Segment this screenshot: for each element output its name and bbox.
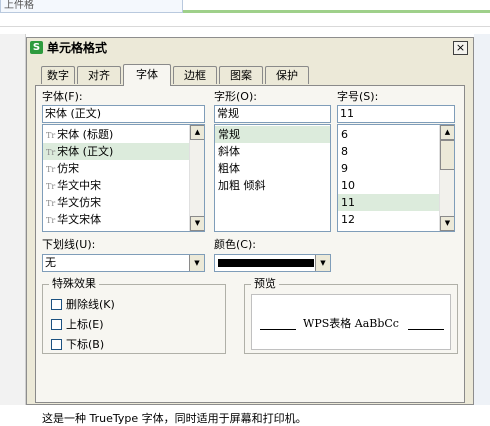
list-item[interactable]: 9 <box>338 160 439 177</box>
truetype-icon: Tr <box>46 165 56 174</box>
scroll-down-button[interactable]: ▼ <box>440 216 454 231</box>
tab-border[interactable]: 边框 <box>173 66 217 84</box>
list-item[interactable]: 10 <box>338 177 439 194</box>
chevron-down-icon[interactable]: ▼ <box>189 255 204 271</box>
color-swatch <box>218 259 314 267</box>
list-item[interactable]: 常规 <box>215 126 330 143</box>
truetype-icon: Tr <box>46 182 56 191</box>
font-list-scrollbar[interactable]: ▲ ▼ <box>189 125 204 231</box>
checkbox-box[interactable] <box>51 299 62 310</box>
color-label: 颜色(C): <box>214 238 256 251</box>
list-item[interactable]: Tr 仿宋 <box>43 160 189 177</box>
list-item[interactable]: 斜体 <box>215 143 330 160</box>
truetype-icon: Tr <box>46 199 56 208</box>
scroll-thumb[interactable] <box>440 140 454 170</box>
font-item-label: 宋体 (正文) <box>57 145 114 158</box>
list-item[interactable]: Tr 华文仿宋 <box>43 194 189 211</box>
scroll-down-button[interactable]: ▼ <box>190 216 204 231</box>
truetype-icon: Tr <box>46 148 56 157</box>
font-hint-text: 这是一种 TrueType 字体，同时适用于屏幕和打印机。 <box>42 412 307 425</box>
font-item-label: 华文仿宋 <box>57 196 102 209</box>
font-style-list[interactable]: 常规 斜体 粗体 加粗 倾斜 <box>214 124 331 232</box>
tab-protection[interactable]: 保护 <box>265 66 309 84</box>
list-item[interactable]: 12 <box>338 211 439 228</box>
dialog-titlebar[interactable]: S 单元格格式 × <box>27 38 473 58</box>
chevron-down-icon[interactable]: ▼ <box>315 255 330 271</box>
underline-value: 无 <box>45 256 56 269</box>
list-item[interactable]: 加粗 倾斜 <box>215 177 330 194</box>
superscript-checkbox[interactable]: 上标(E) <box>51 318 104 332</box>
tab-pattern[interactable]: 图案 <box>219 66 263 84</box>
tab-alignment[interactable]: 对齐 <box>77 66 121 84</box>
formula-bar-highlight <box>183 10 490 13</box>
font-item-label: 华文中宋 <box>57 179 102 192</box>
name-box[interactable]: 上件格 <box>0 0 183 13</box>
format-cells-dialog: S 单元格格式 × 数字 对齐 字体 边框 图案 保护 字体(F): 宋体 (正… <box>26 37 474 425</box>
list-item[interactable]: Tr 宋体 (标题) <box>43 126 189 143</box>
dialog-title: 单元格格式 <box>47 41 108 55</box>
preview-legend: 预览 <box>254 277 276 290</box>
underline-select[interactable]: 无 ▼ <box>42 254 205 272</box>
underline-label: 下划线(U): <box>42 238 96 251</box>
scroll-up-button[interactable]: ▲ <box>190 125 204 140</box>
list-item[interactable]: Tr 华文中宋 <box>43 177 189 194</box>
font-item-label: 华文宋体 <box>57 213 102 226</box>
size-list-scrollbar[interactable]: ▲ ▼ <box>439 125 454 231</box>
style-label: 字形(O): <box>214 90 257 103</box>
font-label: 字体(F): <box>42 90 83 103</box>
font-item-label: 仿宋 <box>57 162 80 175</box>
effects-legend: 特殊效果 <box>52 277 96 290</box>
tab-font[interactable]: 字体 <box>123 64 171 86</box>
list-item[interactable]: 6 <box>338 126 439 143</box>
close-button[interactable]: × <box>453 41 468 55</box>
sheet-background-right <box>474 34 490 405</box>
checkbox-box[interactable] <box>51 339 62 350</box>
list-item[interactable]: Tr 华文宋体 <box>43 211 189 228</box>
effects-group: 特殊效果 删除线(K) 上标(E) 下标(B) <box>42 278 226 354</box>
font-item-label: 宋体 (标题) <box>57 128 114 141</box>
strikethrough-checkbox[interactable]: 删除线(K) <box>51 298 115 312</box>
size-label: 字号(S): <box>337 90 379 103</box>
list-item[interactable]: 11 <box>338 194 439 211</box>
row-header-strip <box>0 34 26 405</box>
color-select[interactable]: ▼ <box>214 254 331 272</box>
checkbox-box[interactable] <box>51 319 62 330</box>
wps-app-icon: S <box>30 41 43 54</box>
spreadsheet-toolbar-area: 上件格 <box>0 0 490 34</box>
font-size-list[interactable]: 6 8 9 10 11 12 ▲ ▼ <box>337 124 455 232</box>
scroll-up-button[interactable]: ▲ <box>440 125 454 140</box>
font-size-input[interactable]: 11 <box>337 105 455 123</box>
subscript-checkbox[interactable]: 下标(B) <box>51 338 104 352</box>
truetype-icon: Tr <box>46 216 56 225</box>
font-list[interactable]: Tr 宋体 (标题) Tr 宋体 (正文) Tr 仿宋 Tr 华文中宋 Tr 华文仿宋 T… <box>42 124 205 232</box>
font-tab-panel: 字体(F): 宋体 (正文) Tr 宋体 (标题) Tr 宋体 (正文) Tr 仿宋 … <box>35 85 465 425</box>
font-style-input[interactable]: 常规 <box>214 105 331 123</box>
grid-line <box>0 26 490 27</box>
superscript-label: 上标(E) <box>66 318 104 331</box>
strikethrough-label: 删除线(K) <box>66 298 115 311</box>
font-name-input[interactable]: 宋体 (正文) <box>42 105 205 123</box>
preview-underline-right <box>408 329 444 330</box>
preview-box: WPS表格 AaBbCc <box>251 294 451 350</box>
tab-number[interactable]: 数字 <box>41 66 75 84</box>
list-item[interactable]: 8 <box>338 143 439 160</box>
list-item[interactable]: Tr 宋体 (正文) <box>43 143 189 160</box>
truetype-icon: Tr <box>46 131 56 140</box>
list-item[interactable]: 粗体 <box>215 160 330 177</box>
preview-group: 预览 WPS表格 AaBbCc <box>244 278 458 354</box>
subscript-label: 下标(B) <box>66 338 105 351</box>
